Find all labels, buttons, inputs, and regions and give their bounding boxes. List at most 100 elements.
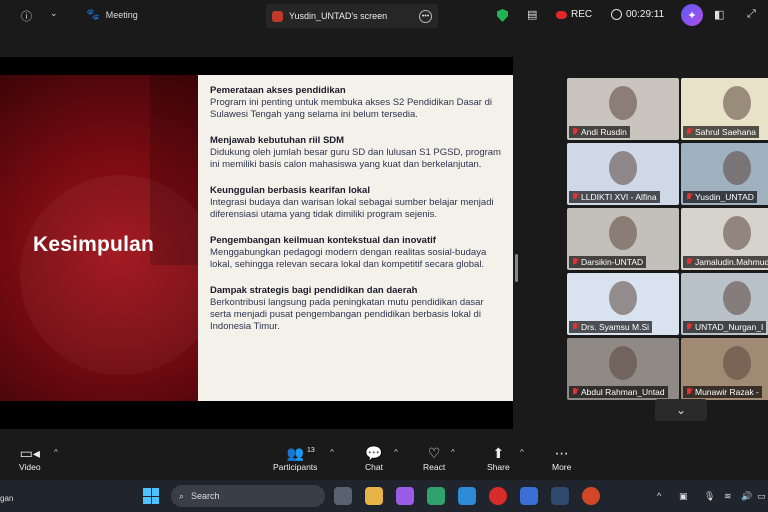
participant-name-tag: UNTAD_Nurgan_I [683,321,767,333]
search-icon: ⌕ [179,490,185,501]
video-label: Video [19,462,41,472]
presentation-slide: Kesimpulan Pemerataan akses pendidikan P… [0,57,513,429]
participant-tile[interactable]: Sahrul Saehana [681,78,768,140]
participant-name-tag: Darsikin-UNTAD [569,256,647,268]
chat-options-caret[interactable]: ^ [394,448,398,457]
file-explorer-icon[interactable] [365,487,383,505]
outlook-mail-icon[interactable] [458,487,476,505]
participant-tile[interactable]: UNTAD_Nurgan_I [681,273,768,335]
decor-band [150,75,198,265]
point-heading: Pengembangan keilmuan kontekstual dan in… [210,235,436,246]
tray-app-icon[interactable]: ▣ [679,491,688,502]
participant-tile[interactable]: Abdul Rahman_Untad [567,338,679,400]
participant-tile[interactable]: Jamaludin.Mahmud [681,208,768,270]
meeting-toolbar: ▭◂ Video ^ 👥 Participants 13 ^ 💬 Chat ^ … [0,436,768,480]
chat-button[interactable]: 💬 Chat [365,444,383,472]
view-layout-icon[interactable]: ◧ [714,8,724,21]
windows-start-icon[interactable] [143,488,159,504]
fullscreen-icon[interactable]: ⤢ [747,8,756,21]
participant-tile[interactable]: LLDIKTI XVI - Alfina [567,143,679,205]
react-label: React [423,462,446,472]
participant-name-tag: Andi Rusdin [569,126,630,138]
participant-name: Abdul Rahman_Untad [581,387,665,397]
point-heading: Menjawab kebutuhan riil SDM [210,135,345,146]
slide-title-panel: Kesimpulan [0,75,198,401]
chevron-down-icon: ⌄ [675,403,687,417]
share-app-icon [272,10,283,22]
rec-label: REC [571,9,593,20]
participant-name: Yusdin_UNTAD [695,192,754,202]
copilot-icon[interactable] [396,487,414,505]
share-options-caret[interactable]: ^ [520,448,524,457]
participant-name: Jamaludin.Mahmud [695,257,768,267]
zoom-app-icon[interactable] [551,487,569,505]
participant-name-tag: Abdul Rahman_Untad [569,386,668,398]
participants-icon: 👥 [286,445,304,461]
point-heading: Dampak strategis bagi pendidikan dan dae… [210,285,418,296]
participants-count: 13 [307,447,315,454]
tray-chevron-icon[interactable]: ^ [657,491,661,501]
react-button[interactable]: ♡ React [423,444,445,472]
participant-tile[interactable]: Darsikin-UNTAD [567,208,679,270]
taskbar-search[interactable]: ⌕ Search [171,485,325,507]
mic-muted-icon [572,128,578,136]
mic-muted-icon [572,388,578,396]
mic-muted-icon [572,258,578,266]
chat-label: Chat [365,462,383,472]
battery-icon[interactable]: ▭ [757,491,766,502]
screen-share-indicator[interactable]: Yusdin_UNTAD's screen ••• [266,4,438,28]
task-view-icon[interactable] [334,487,352,505]
security-shield-icon[interactable] [497,9,508,22]
video-camera-icon: ▭◂ [19,445,40,461]
shared-screen: Kesimpulan Pemerataan akses pendidikan P… [0,32,522,436]
share-button[interactable]: ⬆ Share [487,444,510,472]
video-button[interactable]: ▭◂ Video [19,444,41,472]
notes-icon[interactable]: ▤ [527,8,537,21]
split-resize-handle[interactable] [515,254,518,282]
point-heading: Keunggulan berbasis kearifan lokal [210,185,370,196]
react-options-caret[interactable]: ^ [451,448,455,457]
participant-tile[interactable]: Andi Rusdin [567,78,679,140]
conclusion-point: Dampak strategis bagi pendidikan dan dae… [210,285,501,333]
recording-indicator[interactable]: REC [556,9,592,20]
participants-label: Participants [273,462,318,472]
paw-icon: 🐾 [86,9,100,21]
gallery-scroll-down-button[interactable]: ⌄ [655,399,707,421]
participant-tile[interactable]: Drs. Syamsu M.Si [567,273,679,335]
ai-companion-button[interactable]: ✦ [681,4,703,26]
wifi-icon[interactable]: ≋ [724,491,732,502]
conclusion-point: Pengembangan keilmuan kontekstual dan in… [210,235,501,271]
microphone-icon[interactable]: 🎙 [704,491,715,502]
windows-taskbar: gan ⌕ Search ^ ▣ 🎙 ≋ 🔊 ▭ [0,480,768,512]
mic-muted-icon [572,323,578,331]
point-body: Program ini penting untuk membuka akses … [210,97,492,120]
participant-name: Munawir Razak - [695,387,759,397]
share-label: Share [487,462,510,472]
participant-tile[interactable]: Yusdin_UNTAD [681,143,768,205]
mic-muted-icon [572,193,578,201]
cloud-record-icon [556,10,567,19]
participant-silhouette [609,216,637,250]
conclusion-point: Menjawab kebutuhan riil SDM Didukung ole… [210,135,501,171]
participant-name: Andi Rusdin [581,127,627,137]
powerpoint-icon[interactable] [582,487,600,505]
participant-tile[interactable]: Munawir Razak - [681,338,768,400]
chevron-down-icon[interactable]: ⌄ [50,8,58,19]
meeting-menu[interactable]: 🐾 Meeting [86,8,138,21]
volume-icon[interactable]: 🔊 [741,491,752,502]
opera-browser-icon[interactable] [489,487,507,505]
participants-options-caret[interactable]: ^ [330,448,334,457]
info-icon[interactable]: ⓘ [21,8,32,24]
more-options-icon[interactable]: ••• [419,9,432,23]
more-dots-icon: ⋯ [554,445,569,461]
mic-muted-icon [686,193,692,201]
participant-silhouette [723,86,751,120]
more-button[interactable]: ⋯ More [552,444,571,472]
point-body: Didukung oleh jumlah besar guru SD dan l… [210,147,501,170]
participant-silhouette [723,281,751,315]
whatsapp-icon[interactable] [520,487,538,505]
video-options-caret[interactable]: ^ [54,448,58,457]
top-bar: ⓘ ⌄ 🐾 Meeting Yusdin_UNTAD's screen ••• … [0,0,768,32]
edge-browser-icon[interactable] [427,487,445,505]
participant-name-tag: LLDIKTI XVI - Alfina [569,191,660,203]
